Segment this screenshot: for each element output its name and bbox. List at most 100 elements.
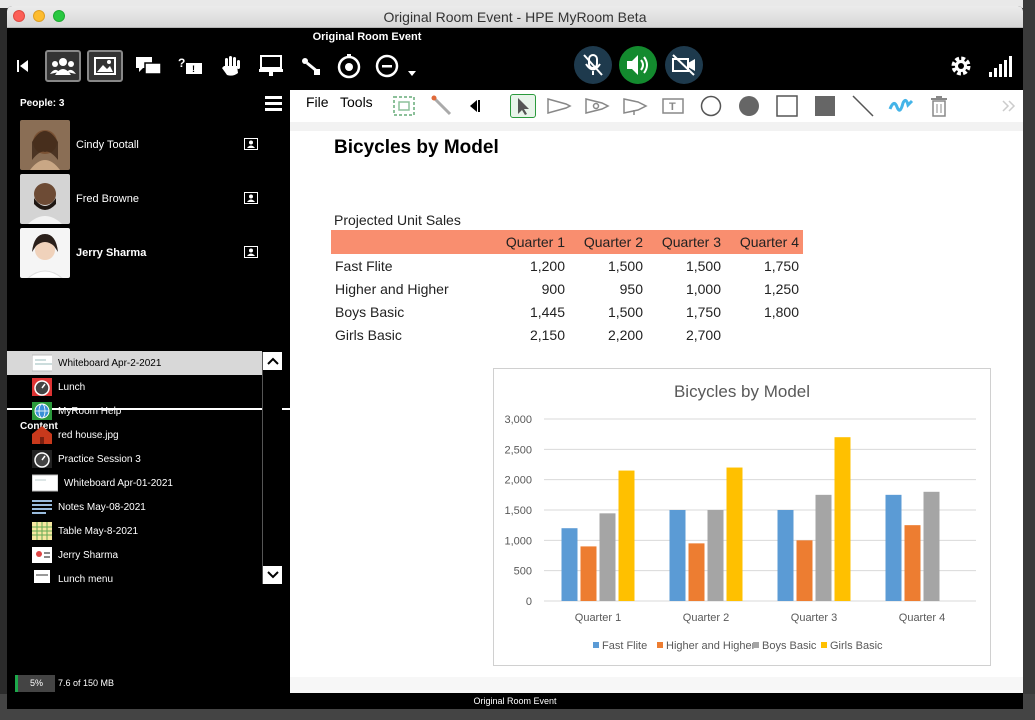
scroll-up-button[interactable]: [263, 352, 282, 370]
list-item[interactable]: Jerry Sharma: [7, 543, 262, 567]
raise-hand-button[interactable]: [213, 50, 249, 82]
table-cell: 2,700: [685, 326, 721, 343]
whiteboard-icon: [32, 474, 58, 492]
rectangle-outline-tool[interactable]: [774, 94, 800, 118]
rectangle-filled-tool[interactable]: [812, 94, 838, 118]
person-row[interactable]: Cindy Tootall: [7, 118, 290, 172]
list-item[interactable]: Whiteboard Apr-01-2021: [7, 471, 262, 495]
people-view-button[interactable]: [45, 50, 81, 82]
eyedropper-icon: [431, 95, 452, 116]
leave-room-button[interactable]: [371, 50, 421, 82]
window-maximize-button[interactable]: [53, 10, 65, 22]
y-tick-label: 1,000: [504, 535, 532, 547]
table-cell: 1,445: [529, 303, 565, 320]
list-item-label: Whiteboard Apr-2-2021: [58, 357, 162, 369]
scroll-down-button[interactable]: [263, 566, 282, 584]
table-cell: Boys Basic: [335, 303, 405, 320]
circle-filled-tool[interactable]: [736, 94, 762, 118]
list-item[interactable]: Practice Session 3: [7, 447, 262, 471]
highlighter-tool[interactable]: [584, 94, 610, 118]
chat-button[interactable]: [131, 50, 167, 82]
list-item-label: Lunch: [58, 381, 86, 393]
list-item[interactable]: MyRoom Help: [7, 399, 262, 423]
list-item-label: Table May-8-2021: [58, 525, 139, 537]
storage-text: 7.6 of 150 MB: [58, 678, 115, 688]
list-item-label: Lunch menu: [58, 573, 114, 584]
storage-percent: 5%: [15, 675, 55, 692]
window-title: Original Room Event - HPE MyRoom Beta: [383, 9, 647, 25]
contact-card-icon[interactable]: [244, 138, 258, 150]
mic-toggle-button[interactable]: [574, 46, 612, 84]
notes-icon: [32, 500, 52, 514]
collapse-panel-button[interactable]: [9, 50, 37, 82]
select-area-tool[interactable]: [391, 94, 417, 118]
eyedropper-tool[interactable]: [429, 94, 455, 118]
table-cell: 1,250: [763, 280, 799, 297]
bar: [923, 491, 940, 601]
color-tool[interactable]: [888, 94, 914, 118]
stopwatch-icon: [337, 54, 361, 79]
delete-tool[interactable]: [926, 94, 952, 118]
x-tick-label: Quarter 2: [683, 612, 729, 624]
person-name: Fred Browne: [76, 193, 139, 205]
list-item[interactable]: Table May-8-2021: [7, 519, 262, 543]
video-toggle-button[interactable]: [665, 46, 703, 84]
people-count: People: 3: [20, 98, 65, 109]
bar: [688, 543, 705, 601]
people-header: People: 3: [7, 90, 290, 118]
presenter-button[interactable]: [253, 50, 289, 82]
table-header-row: Quarter 1 Quarter 2 Quarter 3 Quarter 4: [331, 230, 803, 254]
collapse-left-icon: [470, 100, 480, 112]
content-view-button[interactable]: [87, 50, 123, 82]
person-row[interactable]: Jerry Sharma: [7, 226, 290, 280]
line-tool[interactable]: [850, 94, 876, 118]
file-menu[interactable]: File: [306, 94, 329, 110]
table-header-cell: [331, 230, 491, 254]
bar-chart-svg: Bicycles by Model 0 500 1,000 1,500 2,000 2,50…: [504, 382, 976, 652]
text-box-icon: T: [662, 98, 684, 114]
pointer-button[interactable]: [293, 50, 329, 82]
contact-card-icon[interactable]: [244, 192, 258, 204]
table-row: Fast Flite 1,200 1,500 1,500 1,750: [331, 254, 803, 277]
content-scrollbar[interactable]: [262, 352, 282, 584]
timer-button[interactable]: [331, 50, 367, 82]
y-tick-label: 1,500: [504, 505, 532, 517]
connection-quality-indicator: [983, 50, 1019, 82]
questions-button[interactable]: ?!: [173, 50, 209, 82]
list-item[interactable]: Lunch: [7, 375, 262, 399]
list-item[interactable]: Notes May-08-2021: [7, 495, 262, 519]
people-menu-button[interactable]: [265, 96, 282, 111]
window-close-button[interactable]: [13, 10, 25, 22]
tools-menu[interactable]: Tools: [340, 94, 373, 110]
pointer-tool[interactable]: [510, 94, 536, 118]
select-area-icon: [393, 96, 415, 116]
contact-card-icon[interactable]: [244, 246, 258, 258]
list-item-label: Notes May-08-2021: [58, 501, 146, 513]
text-tool[interactable]: T: [660, 94, 686, 118]
table-caption: Projected Unit Sales: [334, 212, 461, 228]
table-cell: Fast Flite: [335, 257, 393, 274]
bar: [815, 494, 832, 601]
collapse-tools-button[interactable]: [461, 94, 487, 118]
person-name: Cindy Tootall: [76, 139, 139, 151]
person-row[interactable]: Fred Browne: [7, 172, 290, 226]
main-toolbar: Original Room Event ?!: [7, 28, 1023, 90]
whiteboard-canvas[interactable]: Bicycles by Model Projected Unit Sales Q…: [290, 122, 1023, 693]
svg-text:!: !: [192, 64, 195, 74]
pen-icon: [547, 98, 572, 114]
bar: [777, 510, 794, 601]
circle-outline-tool[interactable]: [698, 94, 724, 118]
marker-tool[interactable]: [622, 94, 648, 118]
table-cell: 950: [619, 280, 643, 297]
bar: [834, 437, 851, 601]
highlighter-icon: [585, 98, 610, 114]
settings-button[interactable]: [943, 50, 979, 82]
list-item[interactable]: Lunch menu: [7, 567, 262, 583]
pen-tool[interactable]: [546, 94, 572, 118]
question-answer-icon: ?!: [178, 56, 202, 74]
list-item[interactable]: red house.jpg: [7, 423, 262, 447]
window-minimize-button[interactable]: [33, 10, 45, 22]
speaker-toggle-button[interactable]: [619, 46, 657, 84]
expand-tools-button[interactable]: [996, 94, 1022, 118]
list-item[interactable]: Whiteboard Apr-2-2021: [7, 351, 262, 375]
